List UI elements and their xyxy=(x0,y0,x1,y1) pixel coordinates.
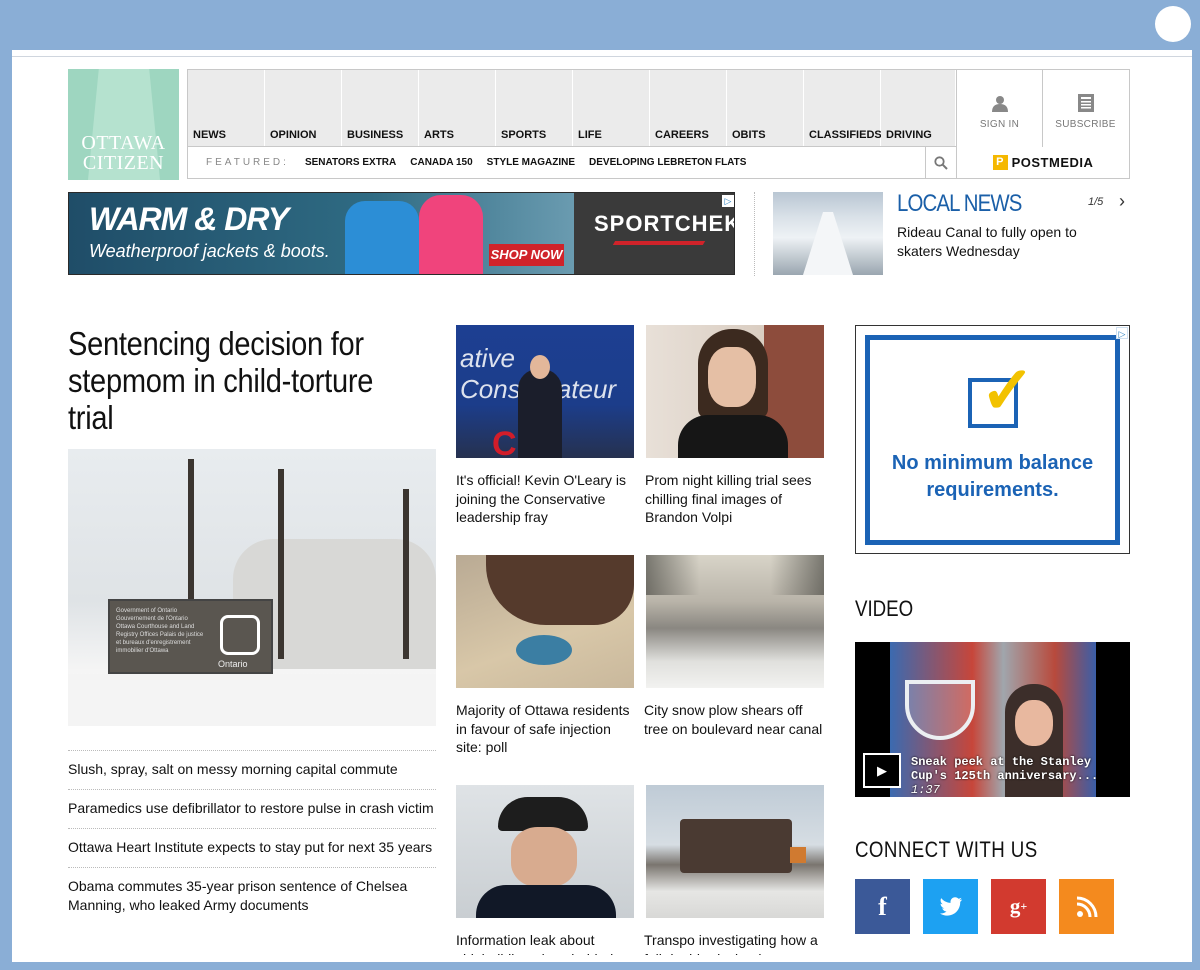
ad-brand-swoosh xyxy=(612,241,706,245)
nav-careers[interactable]: CAREERS xyxy=(650,70,727,146)
courthouse-sign-label: Ontario xyxy=(218,659,248,669)
nav-news[interactable]: NEWS xyxy=(188,70,265,146)
subscribe-button[interactable]: SUBSCRIBE xyxy=(1042,70,1128,147)
twitter-icon[interactable] xyxy=(923,879,978,934)
logo-line-2: CITIZEN xyxy=(82,152,165,174)
ad-shop-now-button[interactable]: SHOP NOW xyxy=(489,244,564,266)
video-caption-text: Sneak peek at the Stanley Cup's 125th an… xyxy=(911,755,1099,783)
search-icon xyxy=(934,155,948,170)
user-icon xyxy=(991,96,1008,112)
window-control-circle[interactable] xyxy=(1155,6,1191,42)
google-plus-icon[interactable]: g + xyxy=(991,879,1046,934)
ad-subline: Weatherproof jackets & boots. xyxy=(89,241,330,261)
chevron-right-icon[interactable]: › xyxy=(1119,191,1125,212)
story-headline-transpo-bus[interactable]: Transpo investigating how a full double-… xyxy=(644,931,824,955)
facebook-icon[interactable]: f xyxy=(855,879,910,934)
story-headline-oleary[interactable]: It's official! Kevin O'Leary is joining … xyxy=(456,471,636,527)
local-news-title: LOCAL NEWS xyxy=(897,190,1022,217)
story-image-volpi[interactable] xyxy=(646,325,824,458)
story-image-shipbuilding[interactable] xyxy=(456,785,634,918)
main-story-image[interactable]: Government of Ontario Gouvernement de l'… xyxy=(68,449,436,726)
sportchek-ad-banner[interactable]: WARM & DRY Weatherproof jackets & boots.… xyxy=(68,192,735,275)
courthouse-sign-text: Government of Ontario Gouvernement de l'… xyxy=(116,608,204,654)
nav-classifieds[interactable]: CLASSIFIEDS xyxy=(804,70,882,146)
nav-sports[interactable]: SPORTS xyxy=(496,70,573,146)
local-news-thumbnail[interactable] xyxy=(773,192,883,275)
main-story-headline[interactable]: Sentencing decision for stepmom in child… xyxy=(68,325,394,436)
story-image-transpo-bus[interactable] xyxy=(646,785,824,918)
site-logo[interactable]: OTTAWA CITIZEN xyxy=(68,69,179,180)
list-item[interactable]: Slush, spray, salt on messy morning capi… xyxy=(68,750,436,789)
story-headline-injection-site[interactable]: Majority of Ottawa residents in favour o… xyxy=(456,701,636,757)
nav-driving[interactable]: DRIVING xyxy=(881,70,956,146)
ad-headline: WARM & DRY xyxy=(89,201,289,237)
story-image-oleary[interactable]: ative Conservateur C xyxy=(456,325,634,458)
bank-ad-message: No minimum balance requirements. xyxy=(891,452,1094,501)
postmedia-link[interactable]: P POSTMEDIA xyxy=(956,147,1129,178)
sign-in-label: SIGN IN xyxy=(979,119,1020,130)
video-player[interactable]: ▶ Sneak peek at the Stanley Cup's 125th … xyxy=(855,642,1130,797)
nav-opinion[interactable]: OPINION xyxy=(265,70,342,146)
nav-business[interactable]: BUSINESS xyxy=(342,70,419,146)
list-item[interactable]: Obama commutes 35-year prison sentence o… xyxy=(68,867,436,925)
courthouse-sign: Government of Ontario Gouvernement de l'… xyxy=(108,599,273,674)
ad-jacket-image xyxy=(419,195,483,274)
postmedia-label: POSTMEDIA xyxy=(1011,155,1094,170)
search-button[interactable] xyxy=(925,147,956,178)
nav-arts[interactable]: ARTS xyxy=(419,70,496,146)
story-headline-shipbuilding[interactable]: Information leak about shipbuilding plan… xyxy=(456,931,636,955)
story-image-snow-plow[interactable] xyxy=(646,555,824,688)
local-news-headline[interactable]: Rideau Canal to fully open to skaters We… xyxy=(897,223,1097,261)
featured-canada-150[interactable]: CANADA 150 xyxy=(410,157,472,168)
rss-icon[interactable] xyxy=(1059,879,1114,934)
list-item[interactable]: Ottawa Heart Institute expects to stay p… xyxy=(68,828,436,867)
story-list: Slush, spray, salt on messy morning capi… xyxy=(68,750,436,925)
subscribe-label: SUBSCRIBE xyxy=(1055,119,1116,130)
featured-style-magazine[interactable]: STYLE MAGAZINE xyxy=(487,157,575,168)
postmedia-icon: P xyxy=(992,155,1008,170)
story-headline-snow-plow[interactable]: City snow plow shears off tree on boulev… xyxy=(644,701,824,738)
featured-senators-extra[interactable]: SENATORS EXTRA xyxy=(305,157,396,168)
logo-line-1: OTTAWA xyxy=(81,132,166,154)
sign-in-button[interactable]: SIGN IN xyxy=(956,70,1042,147)
checkmark-icon: ✓ xyxy=(980,353,1036,427)
main-navigation: NEWS OPINION BUSINESS ARTS SPORTS LIFE C… xyxy=(187,69,1130,179)
video-duration: 1:37 xyxy=(911,783,940,797)
video-section-title: VIDEO xyxy=(855,596,914,621)
list-item[interactable]: Paramedics use defibrillator to restore … xyxy=(68,789,436,828)
adchoices-icon[interactable]: ▷ xyxy=(722,195,734,207)
nav-life[interactable]: LIFE xyxy=(573,70,650,146)
featured-label: FEATURED: xyxy=(206,157,289,168)
page: OTTAWA CITIZEN NEWS OPINION BUSINESS ARTS… xyxy=(12,50,1192,962)
story-image-injection-site[interactable] xyxy=(456,555,634,688)
connect-title: CONNECT WITH US xyxy=(855,837,1038,862)
play-icon[interactable]: ▶ xyxy=(863,753,901,788)
ontario-trillium-icon xyxy=(220,615,260,655)
newspaper-icon xyxy=(1077,94,1094,112)
local-news-counter: 1/5 xyxy=(1088,196,1104,208)
story-headline-volpi[interactable]: Prom night killing trial sees chilling f… xyxy=(645,471,825,527)
video-caption: Sneak peek at the Stanley Cup's 125th an… xyxy=(911,755,1129,797)
featured-lebreton-flats[interactable]: DEVELOPING LEBRETON FLATS xyxy=(589,157,746,168)
bank-ad[interactable]: ✓ No minimum balance requirements. ▷ xyxy=(855,325,1130,554)
nav-obits[interactable]: OBITS xyxy=(727,70,804,146)
divider xyxy=(754,192,755,276)
adchoices-icon[interactable]: ▷ xyxy=(1116,327,1128,339)
ad-jacket-image xyxy=(345,201,419,274)
featured-bar: FEATURED: SENATORS EXTRA CANADA 150 STYL… xyxy=(188,147,956,178)
ad-brand: SPORTCHEK xyxy=(594,211,735,236)
